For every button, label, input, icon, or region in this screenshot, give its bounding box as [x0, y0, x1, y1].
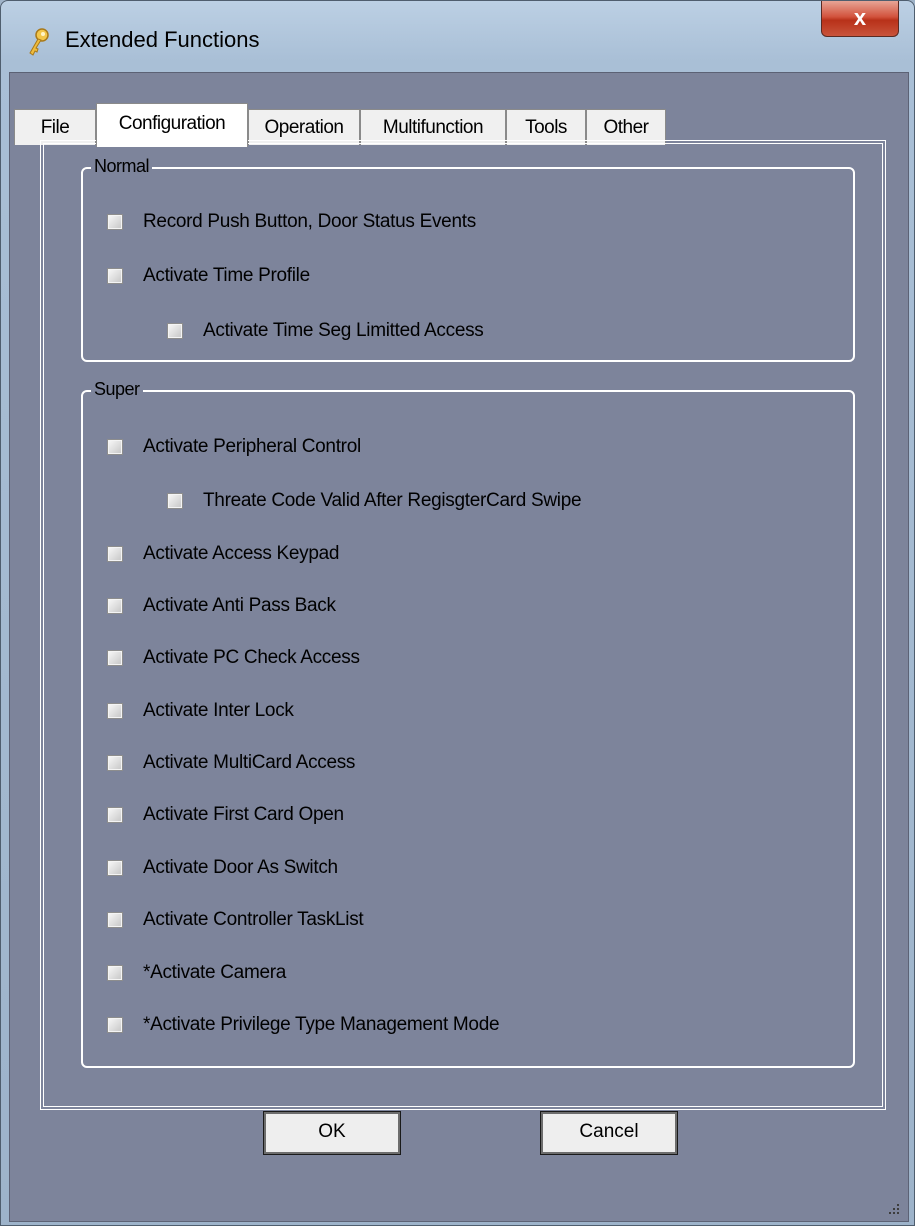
- super-item-row[interactable]: Activate Access Keypad: [107, 541, 339, 567]
- activate-pc-check-access-label[interactable]: Activate PC Check Access: [143, 647, 360, 669]
- activate-camera-checkbox[interactable]: [107, 965, 123, 981]
- activate-door-as-switch-label[interactable]: Activate Door As Switch: [143, 857, 338, 879]
- close-icon: x: [853, 5, 867, 30]
- activate-door-as-switch-checkbox[interactable]: [107, 860, 123, 876]
- cancel-button[interactable]: Cancel: [540, 1111, 678, 1155]
- normal-group: Normal Record Push Button, Door Status E…: [81, 156, 855, 362]
- normal-group-title: Normal: [91, 156, 153, 177]
- title-bar[interactable]: Extended Functions x: [1, 1, 914, 73]
- configuration-tab-page: Normal Record Push Button, Door Status E…: [40, 140, 886, 1110]
- super-group: Super Activate Peripheral Control Threat…: [81, 379, 855, 1068]
- activate-access-keypad-label[interactable]: Activate Access Keypad: [143, 543, 339, 565]
- activate-controller-tasklist-checkbox[interactable]: [107, 912, 123, 928]
- activate-first-card-open-label[interactable]: Activate First Card Open: [143, 804, 344, 826]
- record-push-button-checkbox[interactable]: [107, 214, 123, 230]
- record-push-button-label[interactable]: Record Push Button, Door Status Events: [143, 211, 476, 233]
- activate-peripheral-control-checkbox[interactable]: [107, 439, 123, 455]
- super-item-row[interactable]: Activate Door As Switch: [107, 855, 338, 881]
- activate-anti-pass-back-checkbox[interactable]: [107, 598, 123, 614]
- activate-anti-pass-back-label[interactable]: Activate Anti Pass Back: [143, 595, 336, 617]
- activate-multicard-access-checkbox[interactable]: [107, 755, 123, 771]
- super-item-row[interactable]: *Activate Camera: [107, 960, 286, 986]
- activate-pc-check-access-checkbox[interactable]: [107, 650, 123, 666]
- super-item-row[interactable]: Activate Controller TaskList: [107, 907, 364, 933]
- key-icon: [29, 28, 49, 56]
- resize-grip-icon[interactable]: [886, 1201, 900, 1215]
- super-item-row[interactable]: Activate First Card Open: [107, 802, 344, 828]
- activate-controller-tasklist-label[interactable]: Activate Controller TaskList: [143, 909, 364, 931]
- activate-first-card-open-checkbox[interactable]: [107, 807, 123, 823]
- threate-code-label[interactable]: Threate Code Valid After RegisgterCard S…: [203, 490, 582, 512]
- activate-multicard-access-label[interactable]: Activate MultiCard Access: [143, 752, 355, 774]
- activate-peripheral-control-label[interactable]: Activate Peripheral Control: [143, 436, 361, 458]
- super-item-row[interactable]: Activate Peripheral Control: [107, 434, 361, 460]
- super-item-row[interactable]: Threate Code Valid After RegisgterCard S…: [167, 488, 582, 514]
- activate-access-keypad-checkbox[interactable]: [107, 546, 123, 562]
- activate-time-profile-checkbox[interactable]: [107, 268, 123, 284]
- extended-functions-window: Extended Functions x File Configuration …: [0, 0, 915, 1226]
- window-title: Extended Functions: [65, 27, 260, 52]
- client-area: File Configuration Operation Multifuncti…: [9, 72, 909, 1222]
- activate-privilege-type-checkbox[interactable]: [107, 1017, 123, 1033]
- activate-time-seg-row[interactable]: Activate Time Seg Limitted Access: [167, 318, 484, 344]
- activate-camera-label[interactable]: *Activate Camera: [143, 962, 286, 984]
- super-item-row[interactable]: *Activate Privilege Type Management Mode: [107, 1012, 500, 1038]
- activate-inter-lock-checkbox[interactable]: [107, 703, 123, 719]
- super-group-title: Super: [91, 379, 143, 400]
- threate-code-checkbox[interactable]: [167, 493, 183, 509]
- activate-inter-lock-label[interactable]: Activate Inter Lock: [143, 700, 294, 722]
- super-item-row[interactable]: Activate Inter Lock: [107, 698, 294, 724]
- activate-time-seg-checkbox[interactable]: [167, 323, 183, 339]
- super-item-row[interactable]: Activate MultiCard Access: [107, 750, 355, 776]
- activate-time-profile-row[interactable]: Activate Time Profile: [107, 263, 310, 289]
- activate-time-seg-label[interactable]: Activate Time Seg Limitted Access: [203, 320, 484, 342]
- activate-time-profile-label[interactable]: Activate Time Profile: [143, 265, 310, 287]
- tab-configuration[interactable]: Configuration: [96, 103, 248, 147]
- record-push-button-row[interactable]: Record Push Button, Door Status Events: [107, 209, 476, 235]
- super-item-row[interactable]: Activate Anti Pass Back: [107, 593, 336, 619]
- super-item-row[interactable]: Activate PC Check Access: [107, 645, 360, 671]
- close-button[interactable]: x: [821, 1, 899, 37]
- activate-privilege-type-label[interactable]: *Activate Privilege Type Management Mode: [143, 1014, 500, 1036]
- ok-button[interactable]: OK: [263, 1111, 401, 1155]
